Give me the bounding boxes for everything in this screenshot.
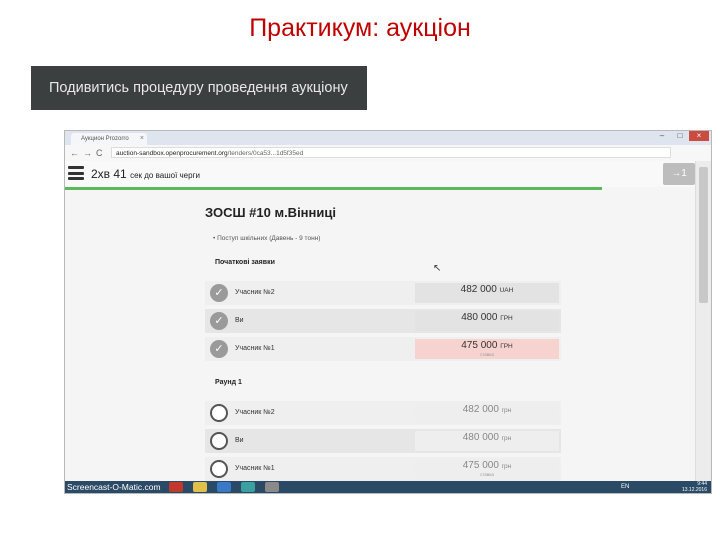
taskbar-app-icon[interactable] — [241, 482, 255, 492]
bid-currency: грн — [501, 435, 512, 442]
windows-taskbar: Screencast-O-Matic.com EN 9:44 13.12.201… — [65, 481, 711, 493]
round-bid-row: Ви 480 000 грн — [205, 429, 561, 453]
bid-amount: 482 000 грн — [415, 403, 559, 423]
bid-currency: грн — [501, 463, 512, 470]
bid-currency: ГРН — [500, 343, 513, 350]
countdown-progress-bar — [65, 187, 603, 190]
system-clock[interactable]: 9:44 13.12.2016 — [682, 481, 707, 493]
check-icon: ✓ — [210, 284, 228, 302]
bid-amount-best: 475 000 ГРН ставка — [415, 339, 559, 359]
scrollbar-thumb[interactable] — [699, 167, 708, 303]
countdown-value: 2хв 41 — [91, 167, 127, 181]
browser-tab[interactable]: Аукцион Prozorro × — [71, 133, 147, 145]
pending-circle-icon — [210, 404, 228, 422]
section-initial-bids: Початкові заявки — [215, 259, 275, 266]
bid-value: 482 000 — [460, 284, 497, 295]
check-icon: ✓ — [210, 340, 228, 358]
bid-value: 475 000 — [462, 460, 499, 471]
pending-circle-icon — [210, 432, 228, 450]
lot-details: • Поступ шкільних (Давень - 9 тонн) — [213, 235, 321, 242]
language-indicator[interactable]: EN — [621, 482, 629, 492]
round-bid-row: Учасник №2 482 000 грн — [205, 401, 561, 425]
round-bid-row: Учасник №1 475 000 грн ставка — [205, 457, 561, 481]
url-field[interactable]: auction-sandbox.openprocurement.org/tend… — [111, 147, 671, 158]
close-window-icon[interactable]: × — [689, 131, 709, 141]
taskbar-app-icon[interactable] — [169, 482, 183, 492]
clock-date: 13.12.2016 — [681, 487, 707, 493]
bid-value: 475 000 — [461, 340, 498, 351]
countdown-suffix: сек до вашої черги — [130, 171, 200, 180]
section-round-1: Раунд 1 — [215, 379, 242, 386]
login-button[interactable]: →1 — [663, 163, 695, 185]
maximize-icon[interactable]: □ — [673, 131, 687, 141]
auction-header: 2хв 41 сек до вашої черги →1 — [65, 161, 697, 187]
bid-value: 480 000 — [461, 312, 498, 323]
bidder-name: Учасник №1 — [235, 345, 275, 352]
initial-bid-row: ✓ Ви 480 000 ГРН — [205, 309, 561, 333]
bidder-name: Ви — [235, 317, 244, 324]
initial-bid-row: ✓ Учасник №2 482 000 UAH — [205, 281, 561, 305]
reload-icon[interactable]: C — [96, 147, 103, 159]
screencast-watermark: Screencast-O-Matic.com — [67, 482, 161, 492]
bidder-name: Ви — [235, 437, 244, 444]
tab-title: Аукцион Prozorro — [81, 136, 129, 142]
bid-amount: 480 000 грн — [415, 431, 559, 451]
auction-page: 2хв 41 сек до вашої черги →1 ЗОСШ #10 м.… — [65, 161, 697, 483]
bid-currency: ГРН — [500, 315, 513, 322]
forward-icon[interactable]: → — [83, 147, 92, 159]
bid-note: ставка — [480, 352, 494, 357]
bidder-name: Учасник №2 — [235, 289, 275, 296]
menu-icon[interactable] — [68, 166, 84, 180]
bidder-name: Учасник №2 — [235, 409, 275, 416]
bid-note: ставка — [480, 472, 494, 477]
auction-screenshot: Аукцион Prozorro × – □ × ← → C auction-s… — [64, 130, 712, 494]
check-icon: ✓ — [210, 312, 228, 330]
minimize-icon[interactable]: – — [655, 131, 669, 141]
bid-currency: грн — [501, 407, 512, 414]
mouse-cursor-icon: ↖ — [433, 263, 442, 274]
slide-title: Практикум: аукціон — [249, 14, 471, 42]
browser-address-bar: ← → C auction-sandbox.openprocurement.or… — [65, 145, 711, 162]
close-tab-icon[interactable]: × — [140, 133, 144, 145]
bid-value: 480 000 — [462, 432, 499, 443]
browser-tab-bar: Аукцион Prozorro × – □ × — [65, 131, 711, 145]
bid-value: 482 000 — [462, 404, 499, 415]
countdown-timer: 2хв 41 сек до вашої черги — [91, 167, 200, 181]
back-icon[interactable]: ← — [70, 147, 79, 159]
page-scrollbar[interactable] — [695, 161, 711, 483]
taskbar-app-icon[interactable] — [265, 482, 279, 492]
auction-title: ЗОСШ #10 м.Вінниці — [205, 205, 336, 220]
taskbar-browser-icon[interactable] — [217, 482, 231, 492]
taskbar-folder-icon[interactable] — [193, 482, 207, 492]
bid-currency: UAH — [499, 287, 514, 294]
pending-circle-icon — [210, 460, 228, 478]
url-host: auction-sandbox.openprocurement.org — [116, 150, 228, 157]
bid-amount: 482 000 UAH — [415, 283, 559, 303]
bidder-name: Учасник №1 — [235, 465, 275, 472]
bid-amount: 480 000 ГРН — [415, 311, 559, 331]
bid-amount: 475 000 грн ставка — [415, 459, 559, 479]
view-procedure-button[interactable]: Подивитись процедуру проведення аукціону — [31, 66, 367, 110]
url-path: /tenders/0ca53...1d5f35ed — [227, 150, 304, 157]
initial-bid-row: ✓ Учасник №1 475 000 ГРН ставка — [205, 337, 561, 361]
